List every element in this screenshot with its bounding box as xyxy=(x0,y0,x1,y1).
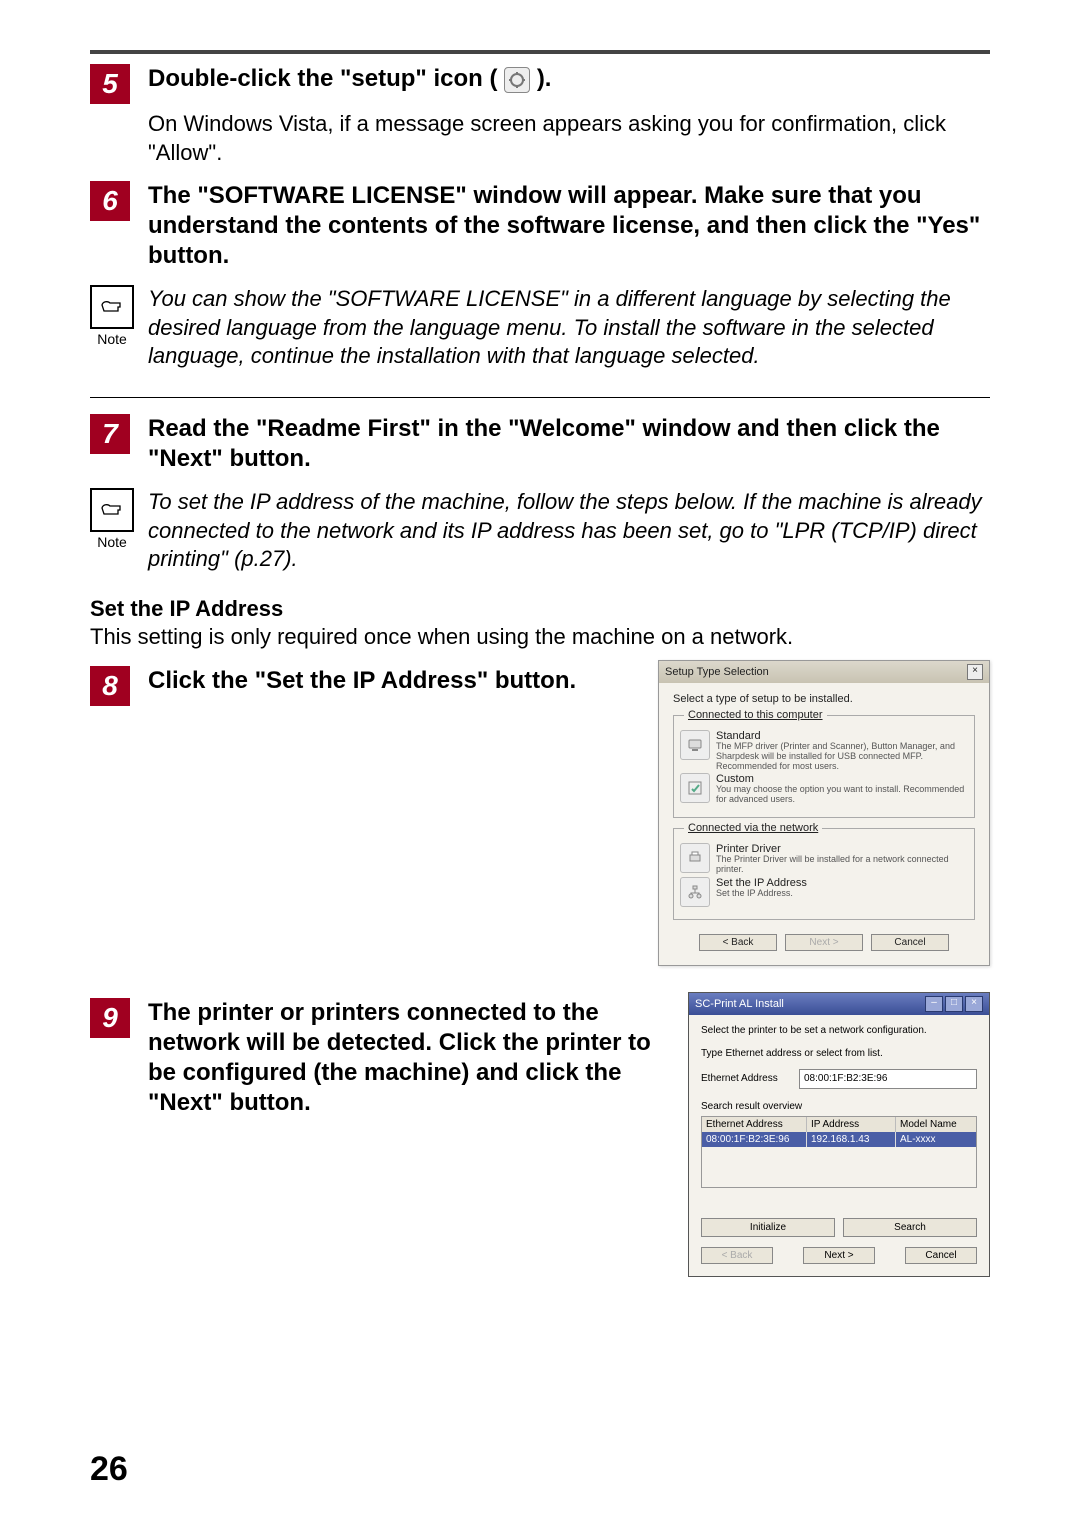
setup-type-selection-dialog: Setup Type Selection × Select a type of … xyxy=(658,660,990,966)
initialize-button[interactable]: Initialize xyxy=(701,1218,835,1237)
step-7-heading: Read the "Readme First" in the "Welcome"… xyxy=(148,414,990,474)
note-1: Note You can show the "SOFTWARE LICENSE"… xyxy=(90,285,990,371)
col-eth: Ethernet Address xyxy=(702,1117,807,1132)
group-connected-network: Connected via the network Printer Driver… xyxy=(673,828,975,920)
option-custom[interactable]: Custom You may choose the option you wan… xyxy=(680,773,968,805)
dialog1-prompt: Select a type of setup to be installed. xyxy=(673,693,975,705)
search-button[interactable]: Search xyxy=(843,1218,977,1237)
dialog2-hint: Type Ethernet address or select from lis… xyxy=(701,1048,977,1059)
option-set-ip[interactable]: Set the IP Address Set the IP Address. xyxy=(680,877,968,907)
close-icon[interactable]: × xyxy=(965,996,983,1012)
step-5-heading: Double-click the "setup" icon ( ). xyxy=(148,64,990,94)
step-number-9: 9 xyxy=(90,998,130,1038)
table-row[interactable]: 08:00:1F:B2:3E:96 192.168.1.43 AL-xxxx xyxy=(702,1132,976,1147)
group2-legend: Connected via the network xyxy=(684,822,822,834)
option-standard-title: Standard xyxy=(716,730,968,742)
note-label-1: Note xyxy=(90,331,134,347)
step-5-body: On Windows Vista, if a message screen ap… xyxy=(148,110,990,167)
section-divider-1 xyxy=(90,397,990,398)
dialog2-action-buttons: Initialize Search xyxy=(701,1218,977,1237)
table-header: Ethernet Address IP Address Model Name xyxy=(702,1117,976,1132)
setup-icon xyxy=(504,67,530,93)
cancel-button-2[interactable]: Cancel xyxy=(905,1247,977,1264)
step-9-row: 9 The printer or printers connected to t… xyxy=(90,992,990,1277)
note-hand-icon xyxy=(90,285,134,329)
step-number-8: 8 xyxy=(90,666,130,706)
ethernet-address-field: Ethernet Address 08:00:1F:B2:3E:96 xyxy=(701,1069,977,1089)
step-number-6: 6 xyxy=(90,181,130,221)
printer-table: Ethernet Address IP Address Model Name 0… xyxy=(701,1116,977,1188)
printer-driver-icon xyxy=(680,843,710,873)
note-2-text: To set the IP address of the machine, fo… xyxy=(148,488,990,574)
dialog1-titlebar: Setup Type Selection × xyxy=(659,661,989,683)
back-button[interactable]: < Back xyxy=(699,934,777,951)
note-2: Note To set the IP address of the machin… xyxy=(90,488,990,574)
subsection-heading: Set the IP Address xyxy=(90,596,990,622)
step-5-heading-text-b: ). xyxy=(537,65,552,92)
group1-legend: Connected to this computer xyxy=(684,709,827,721)
step-8-heading: Click the "Set the IP Address" button. xyxy=(148,666,638,696)
next-button-2[interactable]: Next > xyxy=(803,1247,875,1264)
standard-icon xyxy=(680,730,710,760)
table-empty-area xyxy=(702,1147,976,1187)
group-connected-computer: Connected to this computer Standard The … xyxy=(673,715,975,818)
row-ip: 192.168.1.43 xyxy=(807,1132,896,1147)
col-model: Model Name xyxy=(896,1117,976,1132)
note-label-2: Note xyxy=(90,534,134,550)
col-ip: IP Address xyxy=(807,1117,896,1132)
option-standard-desc: The MFP driver (Printer and Scanner), Bu… xyxy=(716,742,968,772)
row-model: AL-xxxx xyxy=(896,1132,976,1147)
close-icon[interactable]: × xyxy=(967,664,983,680)
step-6-heading: The "SOFTWARE LICENSE" window will appea… xyxy=(148,181,990,271)
dialog2-prompt: Select the printer to be set a network c… xyxy=(701,1025,977,1036)
step-5: 5 Double-click the "setup" icon ( ). xyxy=(90,64,990,104)
step-9-heading: The printer or printers connected to the… xyxy=(148,998,668,1118)
dialog1-title: Setup Type Selection xyxy=(665,666,769,678)
dialog2-nav-buttons: < Back Next > Cancel xyxy=(701,1247,977,1264)
note-1-text: You can show the "SOFTWARE LICENSE" in a… xyxy=(148,285,990,371)
option-custom-desc: You may choose the option you want to in… xyxy=(716,785,968,805)
note-hand-icon-2 xyxy=(90,488,134,532)
row-eth: 08:00:1F:B2:3E:96 xyxy=(702,1132,807,1147)
step-9: 9 The printer or printers connected to t… xyxy=(90,998,668,1118)
maximize-icon[interactable]: □ xyxy=(945,996,963,1012)
dialog2-title: SC-Print AL Install xyxy=(695,998,784,1010)
option-printer-driver-desc: The Printer Driver will be installed for… xyxy=(716,855,968,875)
note-icon-block-2: Note xyxy=(90,488,134,550)
note-icon-block: Note xyxy=(90,285,134,347)
step-number-5: 5 xyxy=(90,64,130,104)
step-6: 6 The "SOFTWARE LICENSE" window will app… xyxy=(90,181,990,271)
eth-input[interactable]: 08:00:1F:B2:3E:96 xyxy=(799,1069,977,1089)
scprint-install-dialog: SC-Print AL Install – □ × Select the pri… xyxy=(688,992,990,1277)
network-icon xyxy=(680,877,710,907)
subsection-body: This setting is only required once when … xyxy=(90,624,990,650)
step-7: 7 Read the "Readme First" in the "Welcom… xyxy=(90,414,990,474)
step-8-row: 8 Click the "Set the IP Address" button.… xyxy=(90,660,990,966)
back-button-2[interactable]: < Back xyxy=(701,1247,773,1264)
eth-label: Ethernet Address xyxy=(701,1073,791,1084)
search-result-label: Search result overview xyxy=(701,1101,977,1112)
step-number-7: 7 xyxy=(90,414,130,454)
page-number: 26 xyxy=(90,1450,128,1489)
page: 5 Double-click the "setup" icon ( ). On … xyxy=(0,0,1080,1529)
option-set-ip-desc: Set the IP Address. xyxy=(716,889,807,899)
custom-icon xyxy=(680,773,710,803)
option-standard[interactable]: Standard The MFP driver (Printer and Sca… xyxy=(680,730,968,772)
cancel-button[interactable]: Cancel xyxy=(871,934,949,951)
step-8: 8 Click the "Set the IP Address" button. xyxy=(90,666,638,706)
dialog2-titlebar: SC-Print AL Install – □ × xyxy=(689,993,989,1015)
minimize-icon[interactable]: – xyxy=(925,996,943,1012)
step-5-heading-text-a: Double-click the "setup" icon ( xyxy=(148,65,497,92)
next-button[interactable]: Next > xyxy=(785,934,863,951)
dialog1-buttons: < Back Next > Cancel xyxy=(673,934,975,951)
option-printer-driver[interactable]: Printer Driver The Printer Driver will b… xyxy=(680,843,968,875)
top-divider xyxy=(90,50,990,54)
